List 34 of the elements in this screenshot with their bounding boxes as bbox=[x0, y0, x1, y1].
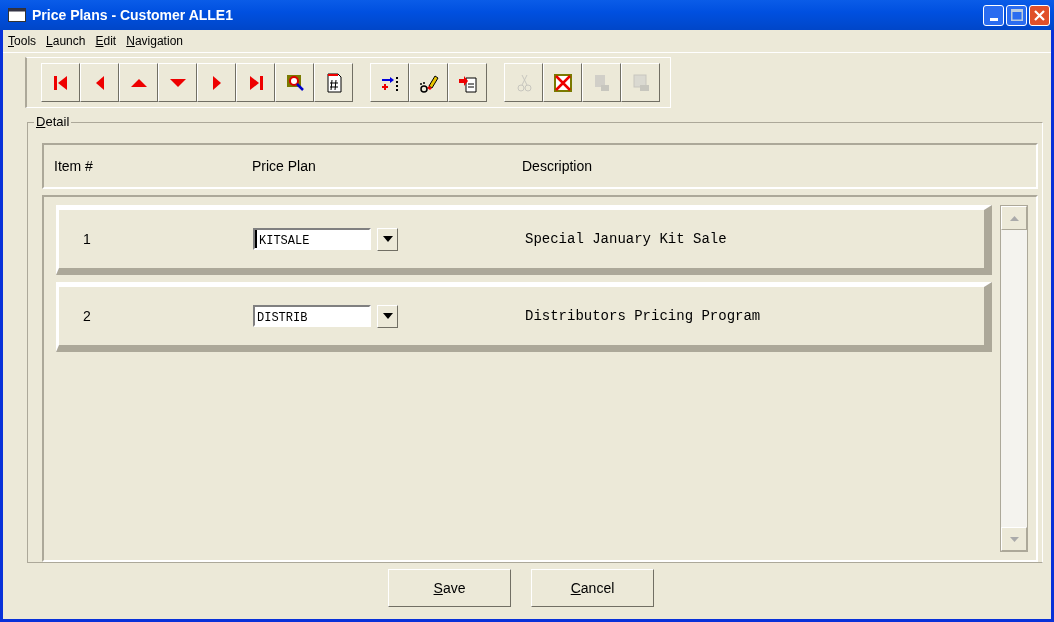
toolbar-button[interactable] bbox=[409, 63, 448, 102]
dropdown-button[interactable] bbox=[377, 304, 398, 328]
dialog-button[interactable]: Save bbox=[388, 569, 511, 607]
column-header: Item # bbox=[54, 158, 94, 174]
minimize-button[interactable] bbox=[983, 4, 1004, 26]
window-title: Price Plans - Customer ALLE1 bbox=[32, 7, 233, 23]
dropdown-button[interactable] bbox=[377, 227, 398, 251]
menu-item[interactable]: Tools bbox=[7, 34, 38, 48]
up-arrow-icon bbox=[1009, 215, 1019, 221]
item-number: 2 bbox=[82, 308, 92, 324]
caret-icon bbox=[382, 313, 393, 319]
down-arrow-icon bbox=[1009, 536, 1019, 542]
menu-item[interactable]: Navigation bbox=[125, 34, 184, 48]
toolbar-button[interactable] bbox=[275, 63, 314, 102]
maximize-button[interactable] bbox=[1006, 4, 1027, 26]
item-number: 1 bbox=[82, 231, 92, 247]
description-text: Special January Kit Sale bbox=[525, 231, 727, 247]
delete-x-icon bbox=[551, 71, 574, 94]
column-header: Description bbox=[522, 158, 593, 174]
close-button[interactable] bbox=[1029, 4, 1050, 26]
caret-icon bbox=[382, 236, 393, 242]
menu-item[interactable]: Launch bbox=[45, 34, 87, 48]
toolbar-button[interactable] bbox=[370, 63, 409, 102]
window-icon bbox=[8, 8, 26, 22]
minimize-icon bbox=[989, 17, 998, 21]
menu-item[interactable]: Edit bbox=[94, 34, 118, 48]
group-label: Detail bbox=[34, 114, 72, 129]
maximize-icon bbox=[1010, 9, 1023, 21]
price-plan-field[interactable]: KITSALE bbox=[253, 228, 371, 250]
price-plan-field[interactable]: DISTRIB bbox=[253, 305, 371, 327]
close-icon bbox=[1034, 9, 1045, 21]
description-text: Distributors Pricing Program bbox=[525, 308, 761, 324]
column-header: Price Plan bbox=[252, 158, 317, 174]
dialog-button[interactable]: Cancel bbox=[531, 569, 654, 607]
